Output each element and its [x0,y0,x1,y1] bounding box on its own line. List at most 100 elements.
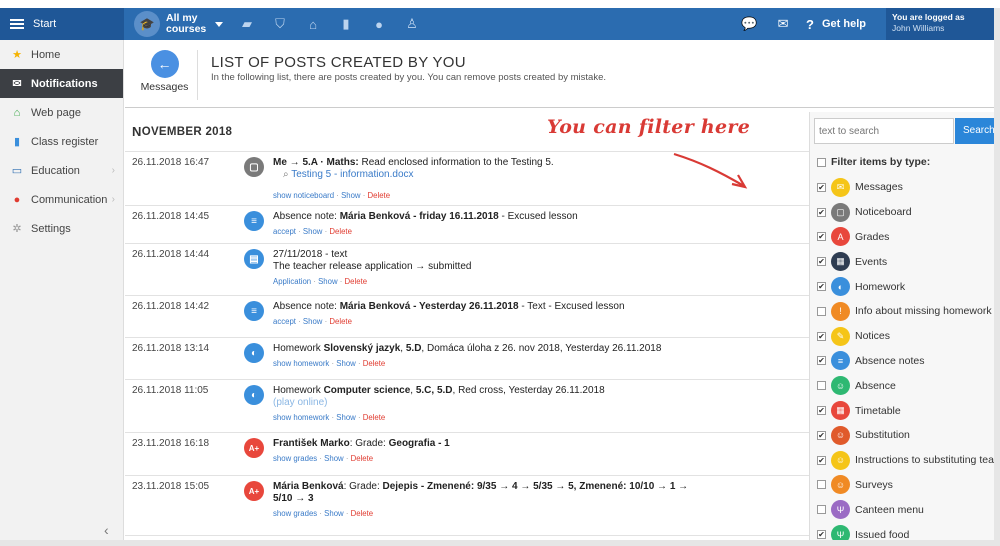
filter-checkbox[interactable] [817,306,826,316]
post-actions: accept · Show · Delete [273,317,352,326]
back-to-messages-button[interactable]: ← Messages [132,50,198,100]
post-actions: accept · Show · Delete [273,227,352,236]
application-link[interactable]: Application [273,277,311,286]
show-link[interactable]: Show [324,509,344,518]
filter-checkbox[interactable]: ✔ [817,182,826,192]
show-homework-link[interactable]: show homework [273,413,329,422]
grade-icon: A+ [244,438,264,458]
search-input[interactable] [814,118,954,144]
filter-item[interactable]: ✔ ☺ Substitution [817,423,994,448]
sidebar-item-web-page[interactable]: ⌂ Web page [0,98,123,127]
show-link[interactable]: Show [303,317,323,326]
show-noticeboard-link[interactable]: show noticeboard [273,191,334,200]
post-text: - Text - Excused lesson [518,301,625,312]
play-online-link[interactable]: (play online) [273,397,809,409]
show-link[interactable]: Show [336,359,356,368]
filter-item[interactable]: ✔ ✉ Messages [817,175,994,200]
help-icon: ? [806,16,814,32]
filter-checkbox[interactable] [817,505,826,515]
post-bold: Slovenský jazyk [323,343,401,354]
show-grades-link[interactable]: show grades [273,454,317,463]
filter-checkbox[interactable] [817,381,826,391]
chat-icon[interactable]: 💬 [738,16,760,32]
filter-checkbox[interactable]: ✔ [817,232,826,242]
start-button[interactable]: Start [0,8,124,40]
collapse-sidebar-icon[interactable]: ‹ [104,522,109,538]
filter-item[interactable]: ✔ ▢ Noticeboard [817,200,994,225]
accept-link[interactable]: accept [273,317,296,326]
month-rest: OVEMBER 2018 [141,125,233,138]
filter-item-label: Absence notes [855,354,925,367]
running-icon[interactable]: ♙ [403,15,421,33]
post-text: Homework [273,385,324,396]
sidebar-item-settings[interactable]: ✲ Settings [0,214,123,243]
get-help-link[interactable]: Get help [822,18,866,30]
filter-checkbox[interactable]: ✔ [817,356,826,366]
filter-item[interactable]: ✔ ▦ Events [817,249,994,274]
filter-item[interactable]: ☺ Surveys [817,473,994,498]
post-row: 26.11.2018 14:42 ≡ Absence note: Mária B… [125,296,809,338]
accept-link[interactable]: accept [273,227,296,236]
filter-item[interactable]: ☺ Absence [817,373,994,398]
post-bold: Mária Benková [273,481,344,492]
show-link[interactable]: Show [303,227,323,236]
delete-link[interactable]: Delete [363,413,386,422]
filter-checkbox[interactable]: ✔ [817,331,826,341]
soccer-icon[interactable]: ● [370,15,388,33]
user-menu[interactable]: You are logged as John Williams [886,8,994,40]
filter-item[interactable]: ✔ ≡ Absence notes [817,349,994,374]
delete-link[interactable]: Delete [329,317,352,326]
post-actions: show homework · Show · Delete [273,413,386,422]
delete-link[interactable]: Delete [351,509,374,518]
filter-checkbox[interactable]: ✔ [817,406,826,416]
show-link[interactable]: Show [324,454,344,463]
filter-checkbox[interactable]: ✔ [817,257,826,267]
show-homework-link[interactable]: show homework [273,359,329,368]
sidebar-item-notifications[interactable]: ✉ Notifications [0,69,123,98]
window-shadow-right [994,8,1000,546]
filter-item[interactable]: ✔ ☺ Instructions to substituting teacher [817,448,994,473]
filter-checkbox[interactable]: ✔ [817,430,826,440]
sidebar-item-class-register[interactable]: ▮ Class register [0,127,123,156]
show-link[interactable]: Show [341,191,361,200]
filter-item-label: Grades [855,230,890,243]
shield-icon[interactable]: ⛉ [271,15,289,33]
gear-icon: ✲ [12,223,22,235]
filter-type-icon: ! [831,301,850,321]
bank-icon[interactable]: ⌂ [304,15,322,33]
filter-item[interactable]: ✔ ▦ Timetable [817,398,994,423]
show-grades-link[interactable]: show grades [273,509,317,518]
show-link[interactable]: Show [336,413,356,422]
show-link[interactable]: Show [318,277,338,286]
sidebar-item-communication[interactable]: ● Communication › [0,185,123,214]
post-row: 26.11.2018 13:14 ◐ Homework Slovenský ja… [125,338,809,380]
bar-chart-icon[interactable]: ▮ [337,15,355,33]
delete-link[interactable]: Delete [368,191,391,200]
sidebar-item-education[interactable]: ▭ Education › [0,156,123,185]
filter-checkbox[interactable]: ✔ [817,530,826,540]
delete-link[interactable]: Delete [329,227,352,236]
select-all-checkbox[interactable] [817,157,826,167]
briefcase-icon[interactable]: ▰ [238,15,256,33]
filter-checkbox[interactable]: ✔ [817,282,826,292]
delete-link[interactable]: Delete [351,454,374,463]
mail-icon[interactable]: ✉ [772,16,794,32]
sidebar-item-home[interactable]: ★ Home [0,40,123,69]
filter-item[interactable]: ✔ ✎ Notices [817,324,994,349]
post-text: , Domáca úloha z 26. nov 2018, Yesterday… [421,343,662,354]
filter-item[interactable]: Ψ Canteen menu [817,497,994,522]
filter-item[interactable]: ! Info about missing homework [817,299,994,324]
filter-item[interactable]: ✔ ◐ Homework [817,274,994,299]
filter-checkbox[interactable]: ✔ [817,455,826,465]
search-button[interactable]: Search [955,118,994,144]
post-row: 23.11.2018 16:18 A+ František Marko: Gra… [125,433,809,476]
courses-dropdown[interactable]: 🎓 All my courses [134,11,223,37]
filter-checkbox[interactable]: ✔ [817,207,826,217]
delete-link[interactable]: Delete [363,359,386,368]
delete-link[interactable]: Delete [345,277,368,286]
chevron-down-icon [215,21,223,27]
post-row: 26.11.2018 14:45 ≡ Absence note: Mária B… [125,206,809,244]
filter-item[interactable]: ✔ A Grades [817,225,994,250]
attachment-link[interactable]: Testing 5 - information.docx [291,169,413,180]
filter-checkbox[interactable] [817,480,826,490]
